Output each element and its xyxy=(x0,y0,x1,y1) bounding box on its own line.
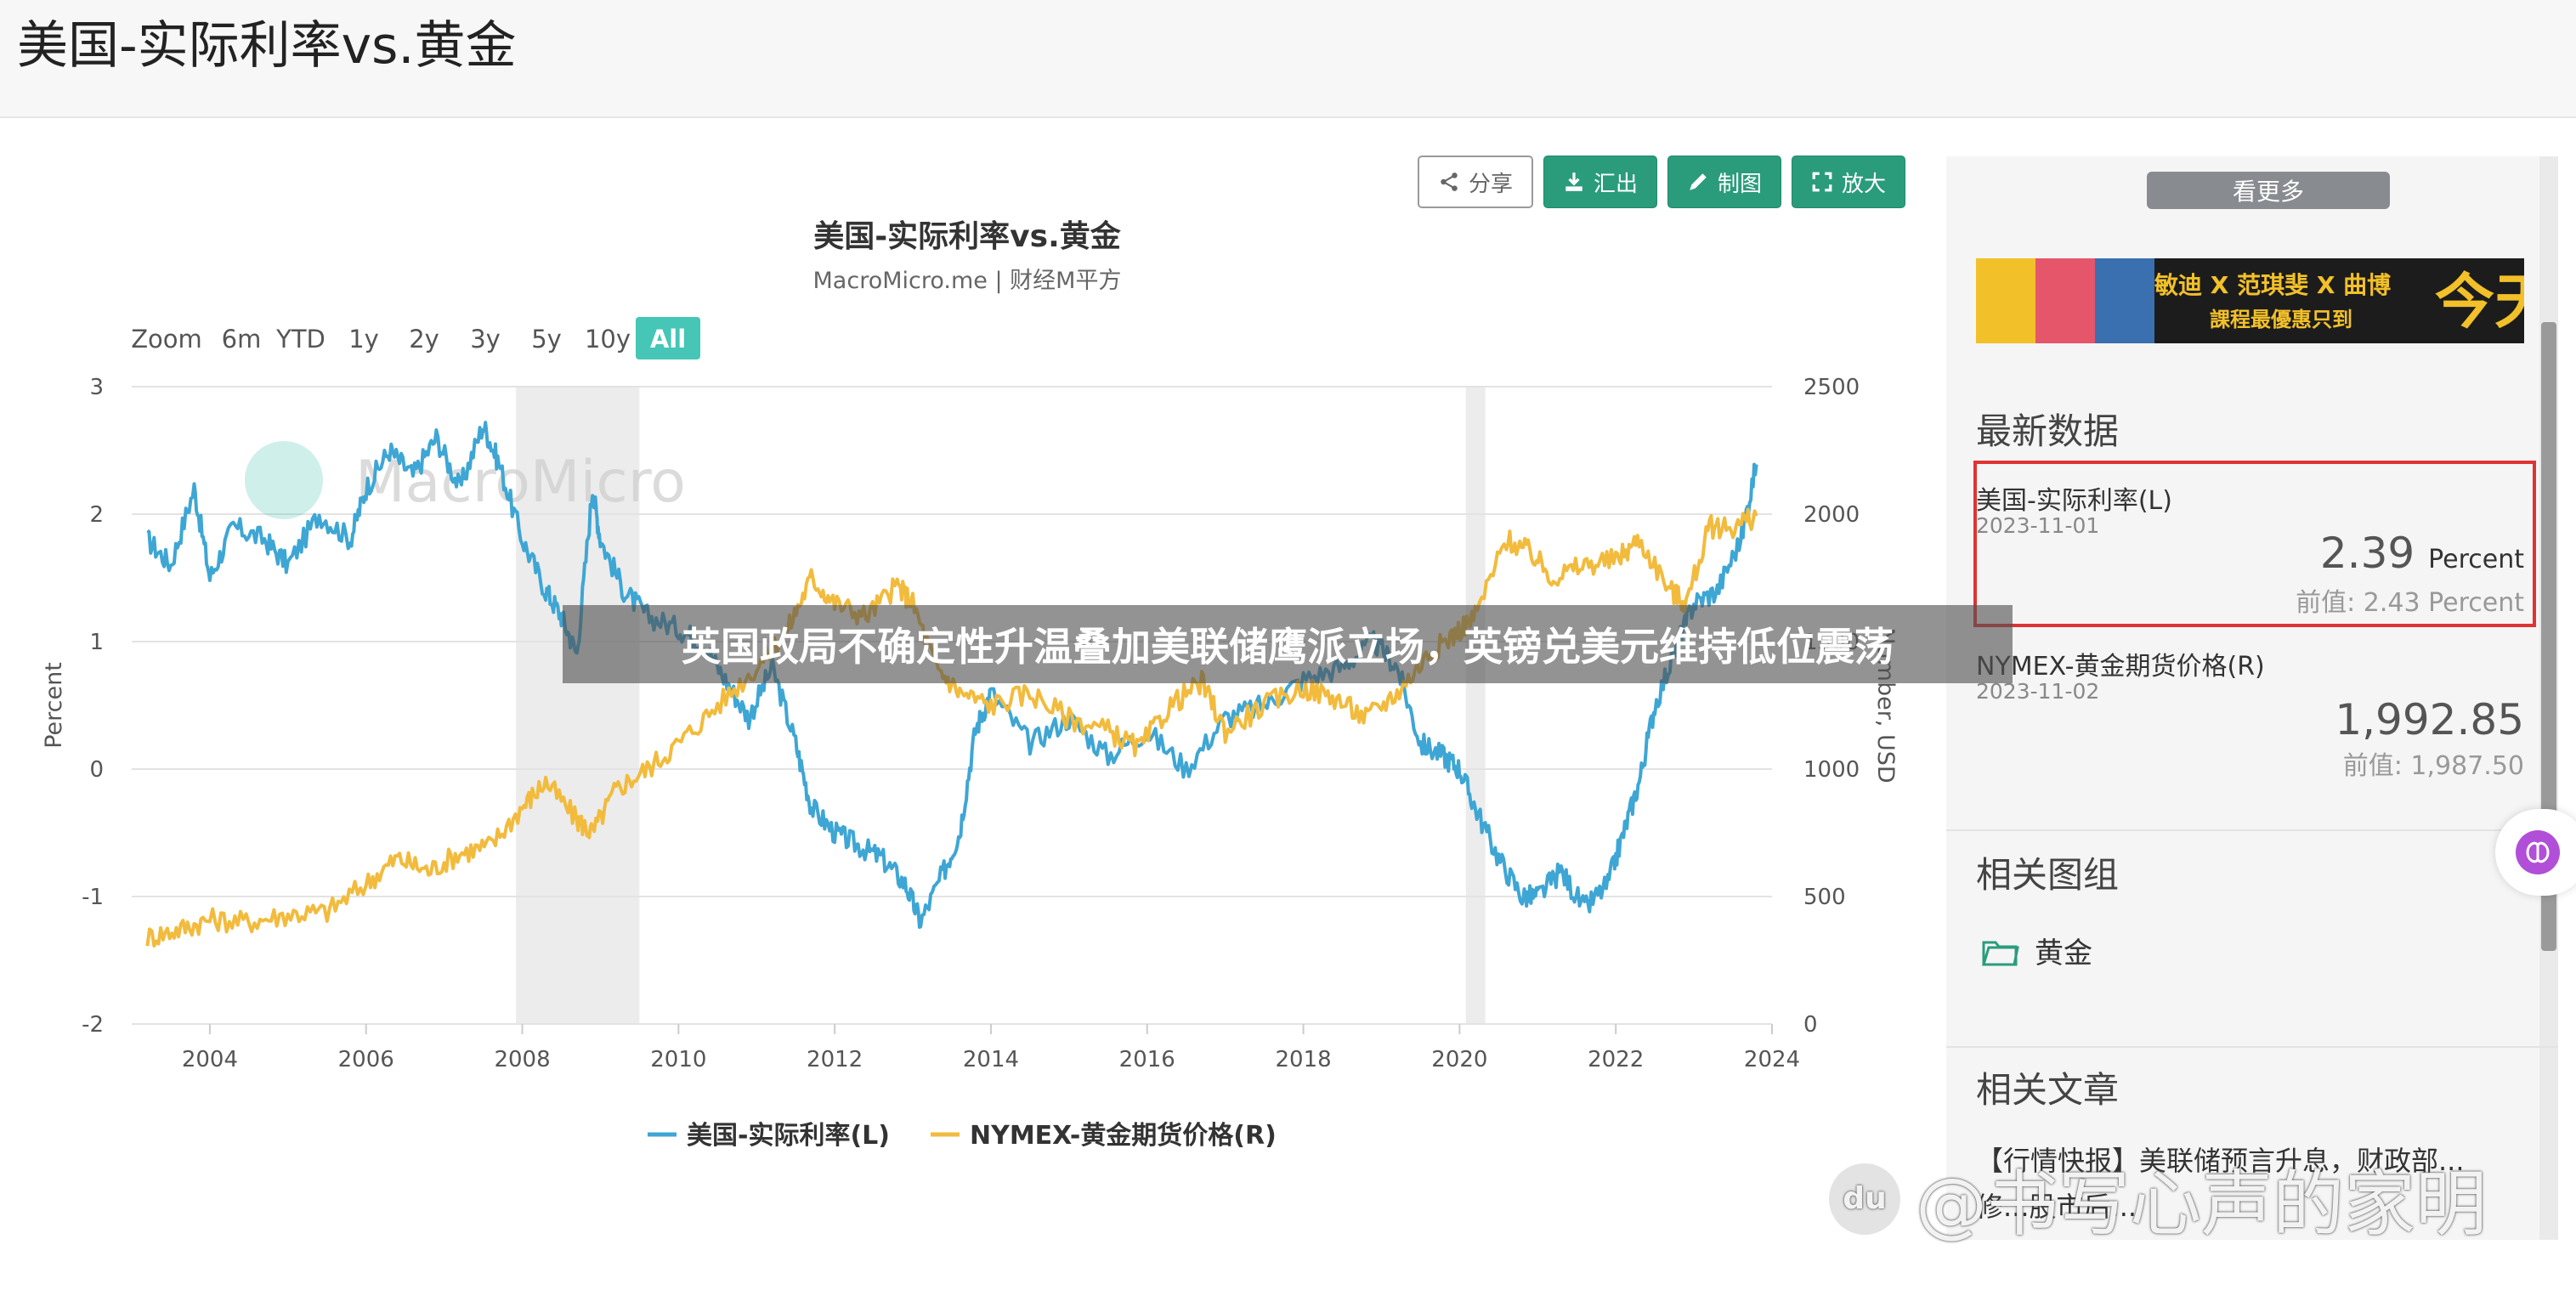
range-button-10y[interactable]: 10y xyxy=(585,325,631,354)
news-caption-text: 英国政局不确定性升温叠加美联储鹰派立场，英镑兑美元维持低位震荡 xyxy=(682,624,1894,670)
ad-banner[interactable]: 敏迪 X 范琪斐 X 曲博 課程最優惠只到 今天 xyxy=(1976,258,2524,343)
portrait-3 xyxy=(2095,258,2154,343)
dataset-2-prev: 前值: 1,987.50 xyxy=(2342,751,2524,781)
related-groups-title: 相关图组 xyxy=(1976,854,2120,896)
dataset-1-prev: 前值: 2.43 Percent xyxy=(2296,588,2524,618)
y-left-tick: -2 xyxy=(82,1012,104,1038)
sidebar-scrollbar[interactable] xyxy=(2539,156,2558,1240)
legend: 美国-实际利率(L) NYMEX-黄金期货价格(R) xyxy=(648,1121,1277,1151)
recession-band-2 xyxy=(1465,387,1486,1024)
dataset-2-name[interactable]: NYMEX-黄金期货价格(R) xyxy=(1976,645,2265,682)
watermark-text: @书写心声的家明 xyxy=(1916,1163,2488,1246)
banner-subline: 課程最優惠只到 xyxy=(2210,308,2352,331)
group-item-label: 黄金 xyxy=(2035,936,2092,970)
ai-assistant-button[interactable] xyxy=(2495,809,2576,896)
range-button-zoom: Zoom xyxy=(131,325,202,354)
range-selector: Zoom 6m YTD 1y 2y 3y 5y 10y All xyxy=(131,317,700,359)
dataset-2-value: 1,992.85 xyxy=(2335,695,2524,744)
page-title: 美国-实际利率vs.黄金 xyxy=(17,16,517,76)
dataset-1-value: 2.39 Percent xyxy=(2319,529,2524,578)
chart-title: 美国-实际利率vs.黄金 xyxy=(813,218,1122,254)
portrait-1 xyxy=(1976,258,2035,343)
y-left-tick: 0 xyxy=(89,757,104,783)
y-left-tick: 1 xyxy=(89,630,104,655)
range-button-6m[interactable]: 6m xyxy=(222,325,262,354)
folder-icon xyxy=(1981,941,2019,965)
latest-data-title: 最新数据 xyxy=(1976,410,2120,452)
y-left-tick: 2 xyxy=(89,502,104,528)
banner-headline: 敏迪 X 范琪斐 X 曲博 xyxy=(2154,271,2392,299)
macromicro-logo-icon xyxy=(245,441,323,519)
range-button-1y[interactable]: 1y xyxy=(348,325,379,354)
legend-item-real-rate[interactable]: 美国-实际利率(L) xyxy=(687,1121,890,1151)
y-right-tick: 0 xyxy=(1803,1012,1818,1038)
y-right-tick: 500 xyxy=(1803,885,1846,910)
range-button-3y[interactable]: 3y xyxy=(470,325,501,354)
portrait-2 xyxy=(2035,258,2095,343)
x-tick: 2010 xyxy=(650,1047,706,1072)
x-tick: 2018 xyxy=(1275,1047,1331,1072)
x-tick: 2008 xyxy=(494,1047,550,1072)
range-button-2y[interactable]: 2y xyxy=(409,325,439,354)
range-button-all[interactable]: All xyxy=(650,325,686,354)
legend-item-gold[interactable]: NYMEX-黄金期货价格(R) xyxy=(970,1121,1277,1151)
y-left-tick: 3 xyxy=(89,375,104,400)
x-tick: 2012 xyxy=(807,1047,863,1072)
section-divider xyxy=(1946,829,2558,831)
related-articles-title: 相关文章 xyxy=(1976,1069,2120,1111)
y-right-tick: 2500 xyxy=(1803,375,1860,400)
section-divider xyxy=(1946,1046,2558,1048)
banner-highlight: 今天 xyxy=(2435,267,2524,337)
y-left-label: Percent xyxy=(41,662,67,749)
y-right-tick: 2000 xyxy=(1803,502,1860,528)
dataset-1-date: 2023-11-01 xyxy=(1976,513,2100,538)
x-tick: 2016 xyxy=(1119,1047,1175,1072)
range-button-ytd[interactable]: YTD xyxy=(275,325,326,354)
see-more-button[interactable]: 看更多 xyxy=(2147,172,2390,209)
news-caption-overlay: 英国政局不确定性升温叠加美联储鹰派立场，英镑兑美元维持低位震荡 xyxy=(563,605,2013,683)
y-right-tick: 1000 xyxy=(1803,757,1860,783)
sidebar: 看更多 敏迪 X 范琪斐 X 曲博 課程最優惠只到 今天 最新数据 美国-实际利… xyxy=(1946,156,2558,1240)
watermark-text: MacroMicro xyxy=(355,449,686,516)
group-item-gold[interactable]: 黄金 xyxy=(1980,930,2092,971)
x-tick: 2004 xyxy=(182,1047,238,1072)
chart-subtitle: MacroMicro.me | 财经M平方 xyxy=(813,268,1122,294)
x-tick: 2024 xyxy=(1744,1047,1800,1072)
du-logo: du xyxy=(1829,1163,1900,1235)
x-tick: 2022 xyxy=(1588,1047,1644,1072)
y-left-tick: -1 xyxy=(82,885,104,910)
brain-icon xyxy=(2516,830,2560,874)
page-header: 美国-实际利率vs.黄金 xyxy=(0,0,2576,118)
range-button-5y[interactable]: 5y xyxy=(531,325,562,354)
source-watermark: du @书写心声的家明 xyxy=(1829,1147,2487,1250)
dataset-1-name[interactable]: 美国-实际利率(L) xyxy=(1976,479,2172,517)
x-tick: 2014 xyxy=(963,1047,1019,1072)
x-tick: 2006 xyxy=(338,1047,394,1072)
x-tick: 2020 xyxy=(1431,1047,1487,1072)
